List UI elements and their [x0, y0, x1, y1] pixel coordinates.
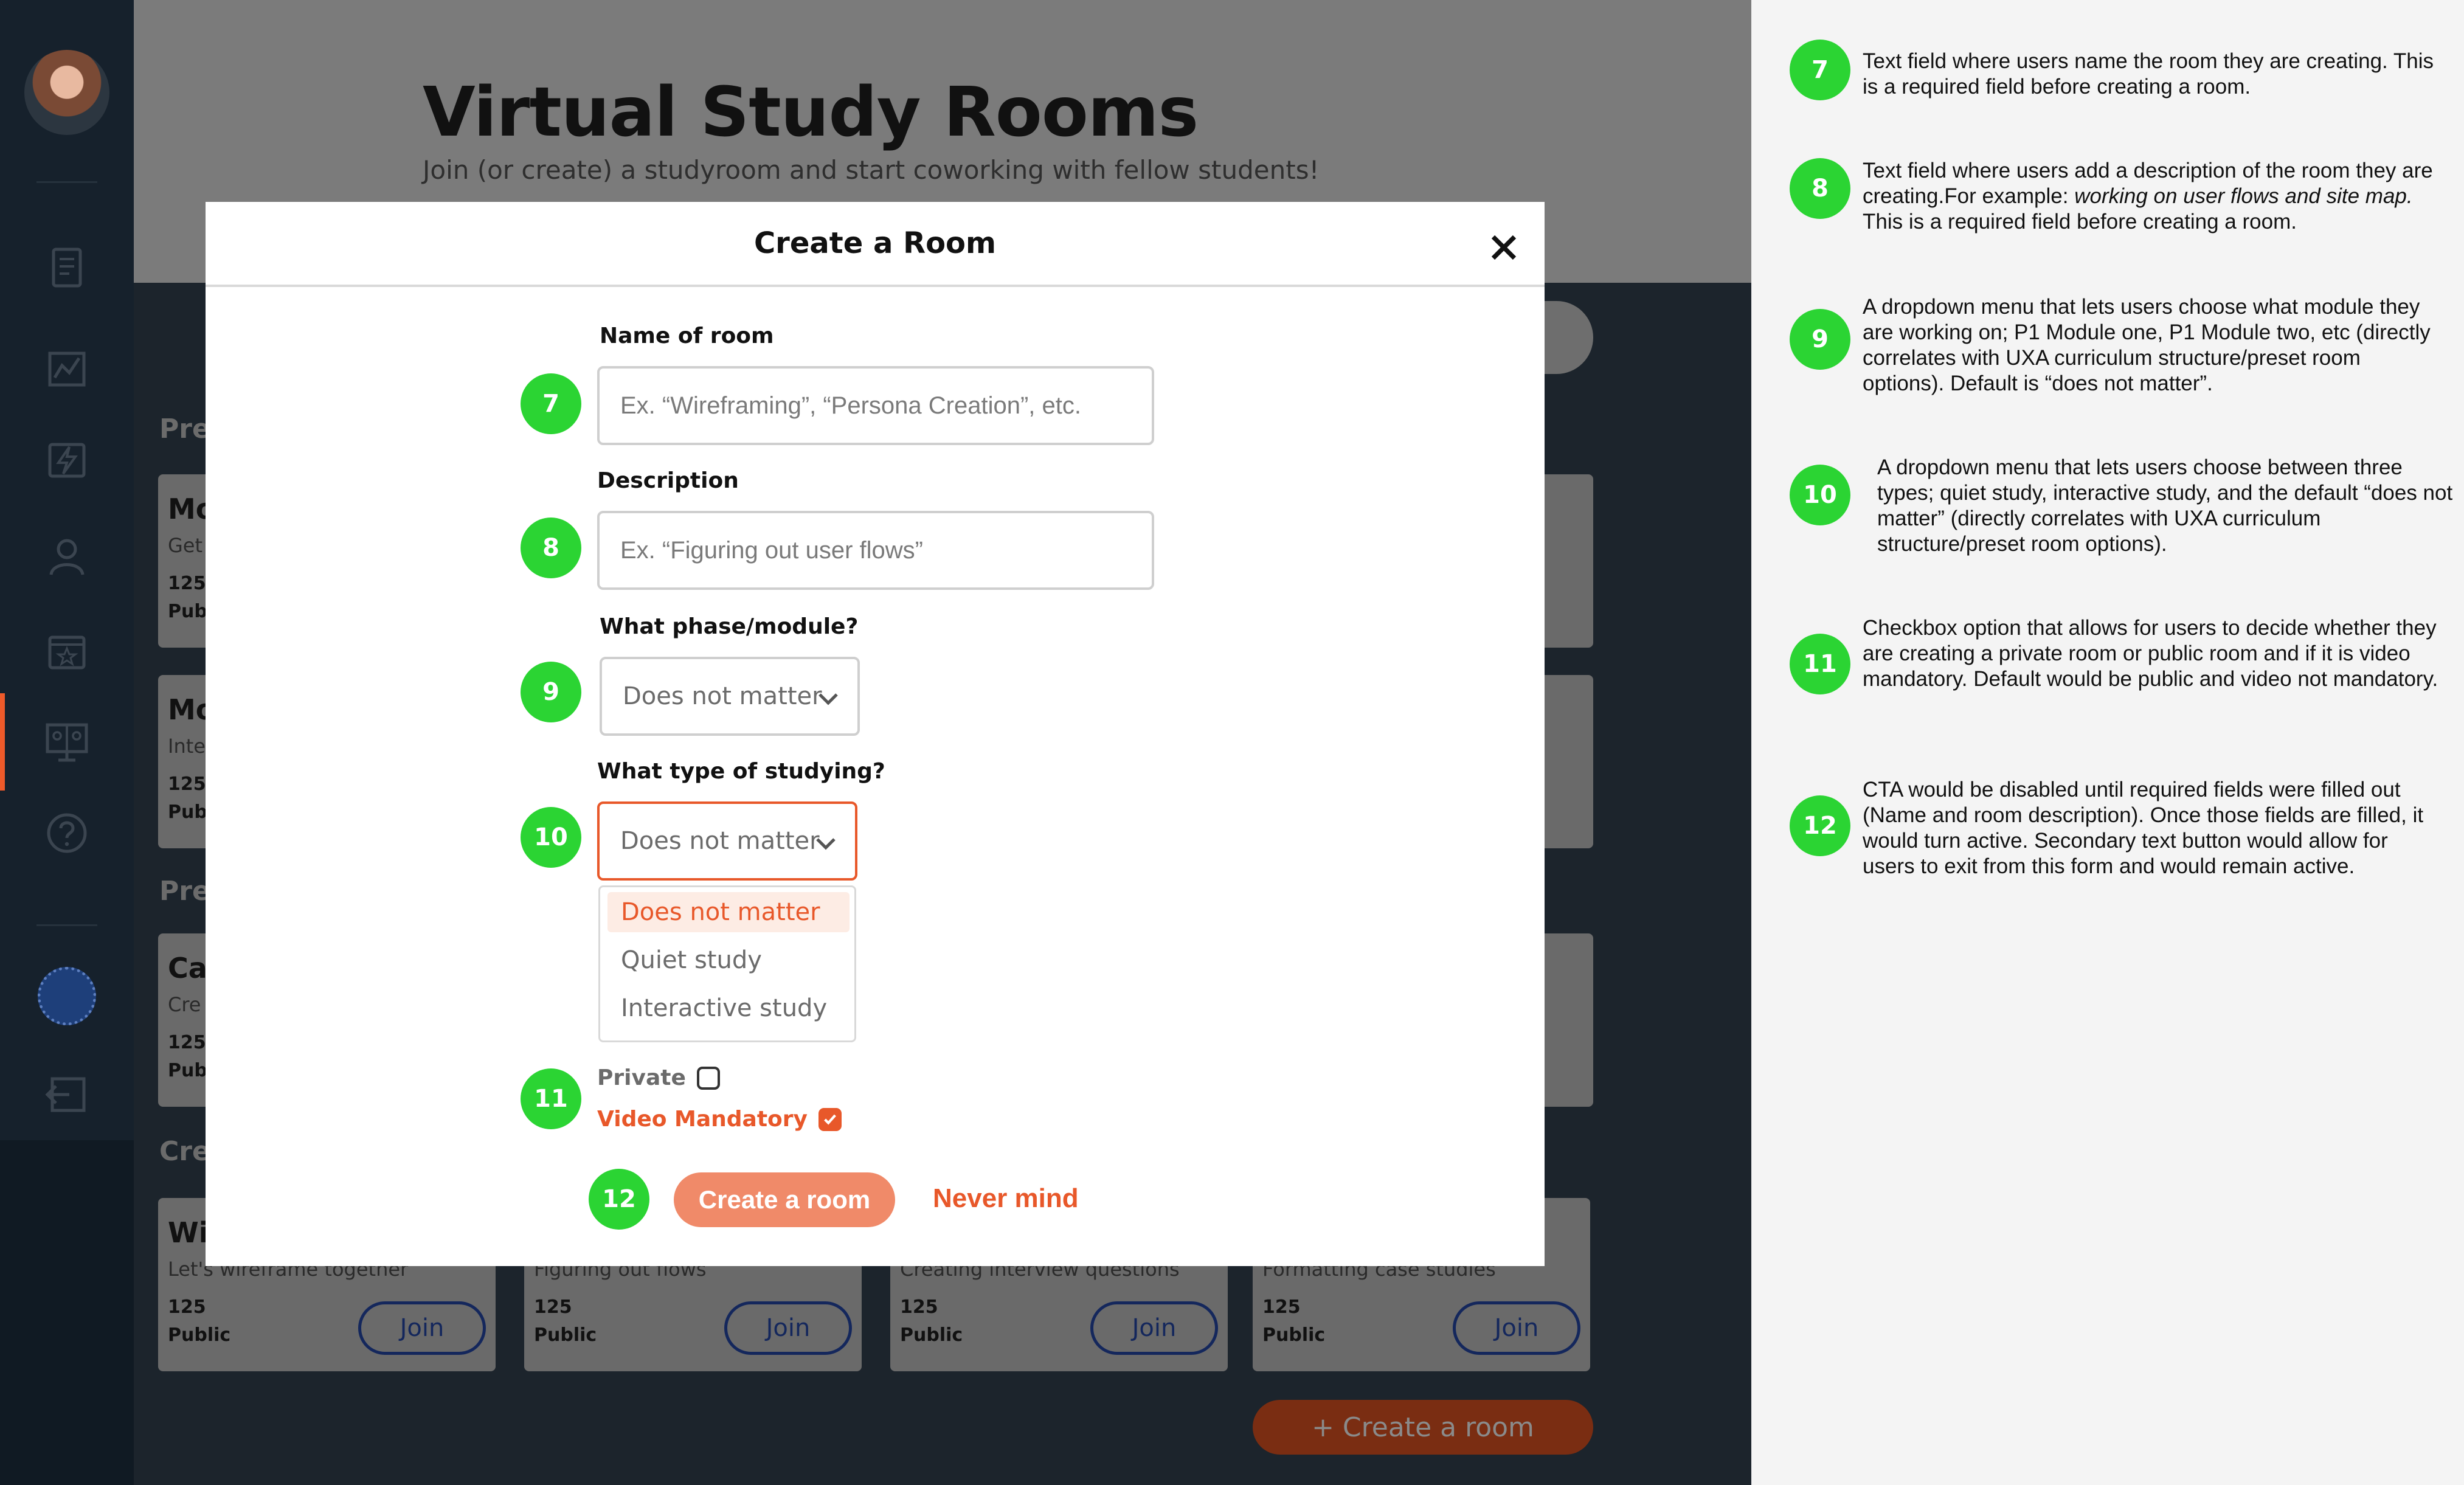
- description-field-label: Description: [597, 468, 739, 493]
- sidebar-divider: [36, 924, 97, 926]
- step-badge: 8: [521, 518, 581, 578]
- annotation-badge: 7: [1790, 40, 1850, 100]
- create-room-button[interactable]: Create a room: [674, 1172, 895, 1227]
- dropdown-option[interactable]: Interactive study: [607, 988, 850, 1028]
- room-name-input[interactable]: [597, 366, 1154, 445]
- annotation-text: Text field where users add a description…: [1863, 158, 2440, 235]
- notebook-icon[interactable]: [40, 240, 94, 295]
- study-type-select-value: Does not matter: [620, 827, 820, 855]
- private-option[interactable]: Private: [597, 1065, 720, 1090]
- study-room-icon[interactable]: [40, 715, 94, 769]
- card-visibility: Public: [534, 1324, 597, 1346]
- card-member-count: 125: [1262, 1296, 1301, 1318]
- phase-select-value: Does not matter: [623, 682, 822, 710]
- analytics-icon[interactable]: [40, 341, 94, 395]
- annotation-text: CTA would be disabled until required fie…: [1863, 778, 2424, 878]
- profile-icon[interactable]: [40, 529, 94, 584]
- annotation-text-part: This is a required field before creating…: [1863, 210, 2297, 234]
- create-room-cta[interactable]: + Create a room: [1253, 1400, 1593, 1455]
- dropdown-option[interactable]: Does not matter: [607, 892, 850, 932]
- nav-active-indicator: [0, 693, 5, 791]
- card-visibility: Public: [168, 1324, 231, 1346]
- card-visibility: Public: [900, 1324, 963, 1346]
- school-badge-icon: [38, 967, 96, 1025]
- dropdown-option[interactable]: Quiet study: [607, 940, 850, 980]
- join-button[interactable]: Join: [1453, 1301, 1580, 1355]
- study-type-dropdown: Does not matter Quiet study Interactive …: [598, 885, 856, 1042]
- annotation-text: Checkbox option that allows for users to…: [1863, 616, 2438, 691]
- video-mandatory-option[interactable]: Video Mandatory: [597, 1107, 842, 1132]
- card-member-count: 125: [168, 774, 206, 795]
- annotation-text: A dropdown menu that lets users choose w…: [1863, 295, 2431, 395]
- checkmark-icon: [824, 1114, 836, 1125]
- avatar[interactable]: [24, 50, 109, 135]
- chevron-down-icon: [816, 686, 840, 710]
- annotation-text: Text field where users name the room the…: [1863, 49, 2434, 99]
- step-badge: 9: [521, 662, 581, 722]
- phase-select[interactable]: Does not matter: [600, 657, 860, 736]
- logout-icon[interactable]: [40, 1067, 94, 1122]
- never-mind-button[interactable]: Never mind: [933, 1183, 1079, 1214]
- private-label: Private: [597, 1065, 686, 1090]
- sidebar-divider: [36, 181, 97, 183]
- card-member-count: 125: [168, 1296, 206, 1318]
- create-room-modal: Create a Room Name of room Description W…: [206, 202, 1545, 1266]
- page-subtitle: Join (or create) a studyroom and start c…: [423, 155, 1320, 185]
- calendar-star-icon[interactable]: [40, 623, 94, 678]
- page-title: Virtual Study Rooms: [423, 73, 1199, 152]
- name-field-label: Name of room: [600, 324, 774, 348]
- card-description: Cre: [168, 993, 201, 1016]
- annotation-panel: 7 Text field where users name the room t…: [1751, 0, 2464, 1485]
- card-member-count: 125: [168, 1032, 206, 1053]
- annotation-badge: 12: [1790, 795, 1850, 856]
- annotation-badge: 11: [1790, 634, 1850, 694]
- card-member-count: 125: [534, 1296, 572, 1318]
- card-member-count: 125: [168, 573, 206, 594]
- study-type-select[interactable]: Does not matter: [597, 801, 857, 881]
- step-badge: 7: [521, 373, 581, 434]
- step-badge: 10: [521, 807, 581, 868]
- step-badge: 11: [521, 1068, 581, 1129]
- card-visibility: Pub: [168, 801, 207, 823]
- modal-title: Create a Room: [753, 226, 997, 260]
- video-mandatory-checkbox[interactable]: [818, 1107, 842, 1131]
- card-description: Get: [168, 534, 203, 557]
- card-visibility: Public: [1262, 1324, 1326, 1346]
- sidebar: [0, 0, 134, 1140]
- step-badge: 12: [589, 1169, 649, 1230]
- join-button[interactable]: Join: [358, 1301, 486, 1355]
- annotation-badge: 10: [1790, 465, 1850, 525]
- private-checkbox[interactable]: [696, 1066, 720, 1090]
- annotation-text: A dropdown menu that lets users choose b…: [1877, 455, 2453, 556]
- card-description: Inte: [168, 735, 206, 758]
- help-icon[interactable]: [40, 806, 94, 860]
- annotation-badge: 8: [1790, 158, 1850, 219]
- card-member-count: 125: [900, 1296, 938, 1318]
- card-title: Wi: [168, 1216, 209, 1249]
- join-button[interactable]: Join: [1090, 1301, 1218, 1355]
- video-mandatory-label: Video Mandatory: [597, 1107, 808, 1132]
- annotation-text-example: working on user flows and site map.: [2074, 184, 2413, 208]
- modal-header: Create a Room: [206, 202, 1545, 287]
- lightning-icon[interactable]: [40, 432, 94, 486]
- section-label: Pre: [159, 414, 210, 445]
- chevron-down-icon: [814, 831, 838, 855]
- phase-field-label: What phase/module?: [600, 614, 859, 639]
- join-button[interactable]: Join: [724, 1301, 852, 1355]
- room-description-input[interactable]: [597, 511, 1154, 590]
- study-type-field-label: What type of studying?: [597, 759, 885, 784]
- card-visibility: Pub: [168, 1060, 207, 1081]
- annotation-badge: 9: [1790, 309, 1850, 370]
- close-icon[interactable]: [1489, 232, 1519, 263]
